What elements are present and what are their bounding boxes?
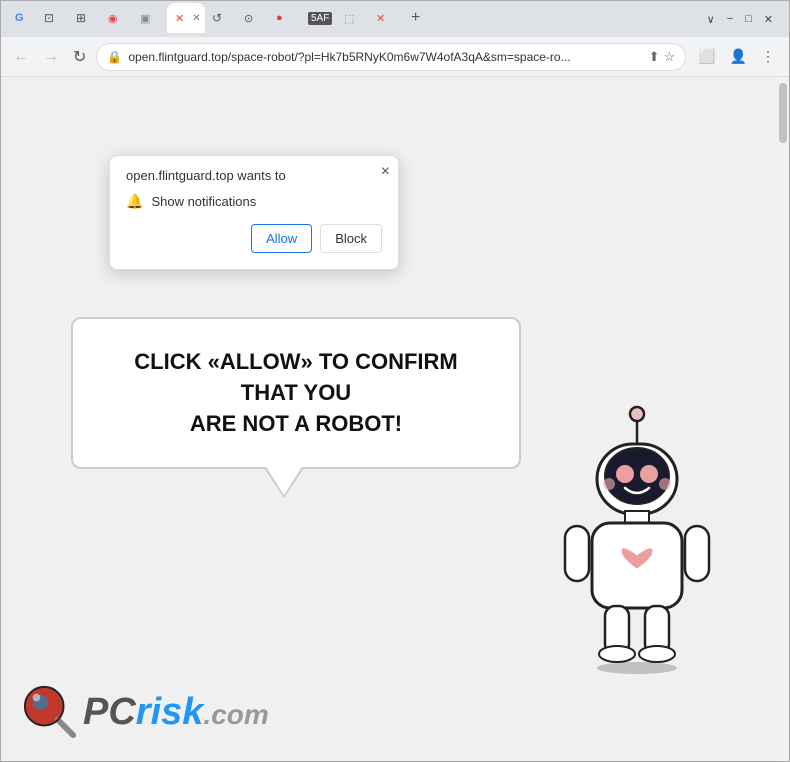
tab-2[interactable]: ⊡ <box>39 5 69 31</box>
bell-icon: 🔔 <box>126 193 143 210</box>
tab-bar: G ⊡ ⊞ ◉ ▣ ✕ ✕ <box>9 3 695 35</box>
page-inner: CLICK «ALLOW» TO CONFIRM THAT YOU ARE NO… <box>1 77 777 761</box>
tab-1-favicon: G <box>15 12 24 24</box>
minimize-button[interactable] <box>727 13 733 25</box>
pcrisk-text: PCrisk.com <box>83 693 269 731</box>
tab-view-button[interactable]: ⬜ <box>692 44 721 69</box>
speech-bubble: CLICK «ALLOW» TO CONFIRM THAT YOU ARE NO… <box>71 317 521 469</box>
tab-active[interactable]: ✕ ✕ <box>167 3 205 33</box>
share-icon[interactable]: ⬆ <box>649 49 660 65</box>
block-button[interactable]: Block <box>320 224 382 253</box>
tab-4-favicon: ◉ <box>108 12 118 25</box>
tab-9[interactable]: ● <box>271 5 301 31</box>
permission-label: Show notifications <box>151 194 256 209</box>
tab-active-favicon: ✕ <box>175 12 184 25</box>
back-button[interactable]: ← <box>9 44 33 70</box>
new-tab-button[interactable]: + <box>403 9 428 27</box>
lock-icon: 🔒 <box>107 50 122 64</box>
dialog-title: open.flintguard.top wants to <box>126 168 382 183</box>
maximize-button[interactable] <box>745 13 752 25</box>
window-controls: ∨ <box>699 13 781 26</box>
dialog-permission: 🔔 Show notifications <box>126 193 382 210</box>
address-bar: ← → ↻ 🔒 open.flintguard.top/space-robot/… <box>1 37 789 77</box>
star-icon[interactable]: ☆ <box>663 49 675 65</box>
tab-7-favicon: ↺ <box>212 11 222 25</box>
tab-1[interactable]: G <box>9 5 37 31</box>
tab-5[interactable]: ▣ <box>135 5 165 31</box>
tab-8-favicon: ⊙ <box>244 12 253 25</box>
pcrisk-icon <box>21 683 79 741</box>
tab-3[interactable]: ⊞ <box>71 5 101 31</box>
forward-button[interactable]: → <box>39 44 63 70</box>
browser-actions: ⬜ 👤 ⋮ <box>692 44 781 69</box>
url-text: open.flintguard.top/space-robot/?pl=Hk7b… <box>128 50 642 64</box>
close-button[interactable] <box>764 13 773 26</box>
tab-12[interactable]: ✕ <box>371 5 401 31</box>
tab-3-favicon: ⊞ <box>76 11 86 25</box>
tab-10[interactable]: 5AF <box>303 5 337 31</box>
permission-dialog: × open.flintguard.top wants to 🔔 Show no… <box>109 155 399 270</box>
robot-container <box>537 396 737 681</box>
tab-12-favicon: ✕ <box>376 12 385 25</box>
main-message: CLICK «ALLOW» TO CONFIRM THAT YOU ARE NO… <box>103 347 489 439</box>
tab-10-favicon: 5AF <box>308 12 332 25</box>
page-content: CLICK «ALLOW» TO CONFIRM THAT YOU ARE NO… <box>1 77 789 761</box>
dialog-buttons: Allow Block <box>126 224 382 253</box>
tab-5-favicon: ▣ <box>140 12 150 25</box>
scrollbar-thumb[interactable] <box>779 83 787 143</box>
chevron-down-icon[interactable]: ∨ <box>707 13 715 26</box>
dialog-close-button[interactable]: × <box>381 164 390 180</box>
tab-2-favicon: ⊡ <box>44 11 54 25</box>
main-text-line2: ARE NOT A ROBOT! <box>190 411 402 436</box>
tab-11[interactable]: ⬚ <box>339 5 369 31</box>
allow-button[interactable]: Allow <box>251 224 312 253</box>
browser-window: G ⊡ ⊞ ◉ ▣ ✕ ✕ <box>0 0 790 762</box>
url-bar[interactable]: 🔒 open.flintguard.top/space-robot/?pl=Hk… <box>96 43 686 71</box>
url-actions: ⬆ ☆ <box>649 49 676 65</box>
menu-button[interactable]: ⋮ <box>755 44 781 69</box>
pcrisk-logo: PCrisk.com <box>21 683 269 741</box>
tab-active-close[interactable]: ✕ <box>192 13 200 24</box>
scrollbar[interactable] <box>777 77 789 761</box>
profile-button[interactable]: 👤 <box>724 44 753 69</box>
speech-bubble-container: CLICK «ALLOW» TO CONFIRM THAT YOU ARE NO… <box>71 317 521 469</box>
tab-8[interactable]: ⊙ <box>239 5 269 31</box>
tab-7[interactable]: ↺ <box>207 5 237 31</box>
main-text-line1: CLICK «ALLOW» TO CONFIRM THAT YOU <box>134 349 457 405</box>
title-bar: G ⊡ ⊞ ◉ ▣ ✕ ✕ <box>1 1 789 37</box>
tab-11-favicon: ⬚ <box>344 12 354 25</box>
tab-4[interactable]: ◉ <box>103 5 133 31</box>
reload-button[interactable]: ↻ <box>69 43 90 71</box>
robot-image <box>537 396 737 676</box>
tab-9-favicon: ● <box>276 12 283 24</box>
